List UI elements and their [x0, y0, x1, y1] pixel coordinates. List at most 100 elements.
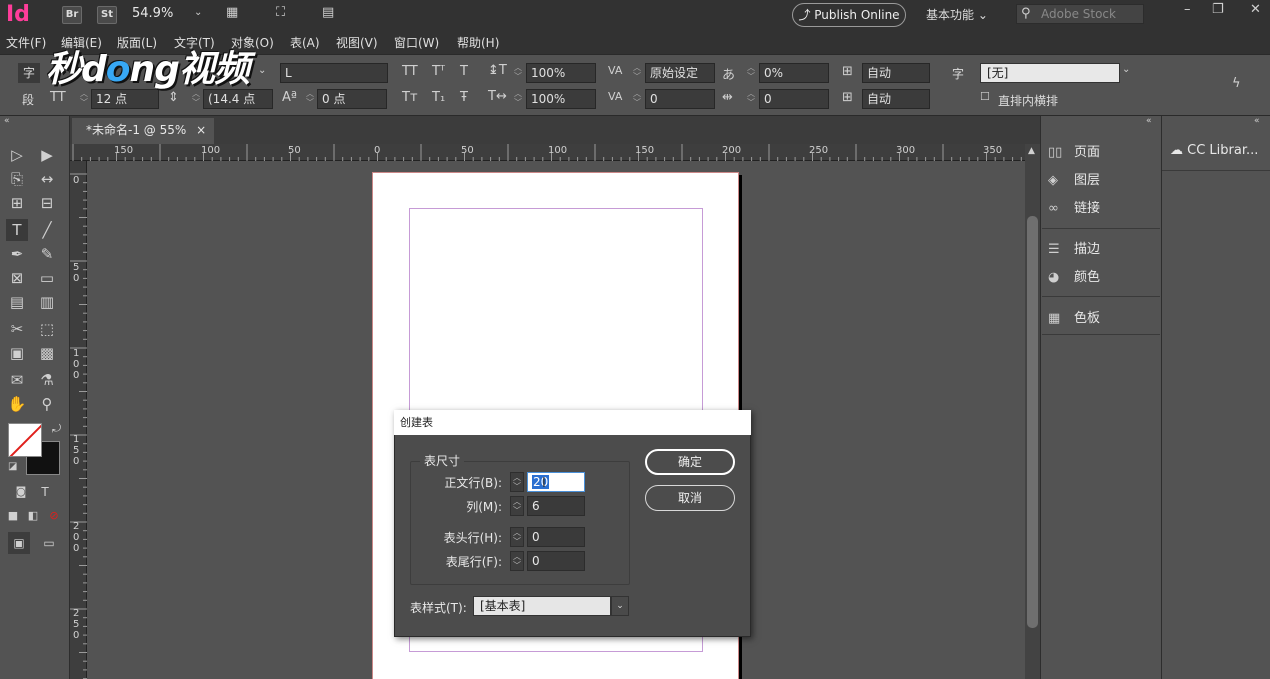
font-family-chevron-icon[interactable]: ⌄ [258, 65, 266, 76]
minimize-icon[interactable]: – [1184, 2, 1191, 17]
vertical-scale-spinner[interactable]: ︿ ﹀ [512, 63, 524, 83]
normal-view-mode-icon[interactable]: ▣ [8, 532, 30, 554]
arrange-documents-icon[interactable]: ▤ [322, 5, 334, 20]
scissors-tool-icon[interactable]: ✂ [6, 318, 28, 340]
default-fill-stroke-icon[interactable]: ◪ [8, 461, 17, 472]
kerning-field[interactable]: 原始设定 [645, 63, 715, 83]
strikethrough-icon[interactable]: Ŧ [460, 90, 468, 105]
ok-button[interactable]: 确定 [645, 449, 735, 475]
aki-field[interactable]: 0 [759, 89, 829, 109]
apply-gradient-icon[interactable]: ◧ [22, 505, 44, 527]
subscript-icon[interactable]: T₁ [432, 90, 445, 105]
table-style-chevron-icon[interactable]: ⌄ [611, 596, 629, 616]
menu-view[interactable]: 视图(V) [336, 34, 378, 51]
pen-tool-icon[interactable]: ✒ [6, 243, 28, 265]
columns-spinner[interactable]: ︿ ﹀ [510, 496, 524, 516]
tsume-field[interactable]: 0% [759, 63, 829, 83]
panel-color[interactable]: ◕ 颜色 [1048, 267, 1158, 289]
header-rows-input[interactable]: 0 [527, 527, 585, 547]
character-style-field[interactable]: [无] [980, 63, 1120, 83]
grid-setting-field-1[interactable]: 自动 [862, 63, 930, 83]
rectangle-tool-icon[interactable]: ▭ [36, 267, 58, 289]
baseline-shift-spinner[interactable]: ︿ ﹀ [304, 89, 316, 109]
body-rows-input[interactable]: 20 [527, 472, 585, 492]
zoom-level[interactable]: 54.9% [132, 6, 173, 21]
apply-none-icon[interactable]: ⊘ [43, 505, 65, 527]
formatting-container-icon[interactable]: ◙ [10, 481, 32, 503]
formatting-text-icon[interactable]: T [34, 481, 56, 503]
footer-rows-spinner[interactable]: ︿ ﹀ [510, 551, 524, 571]
bridge-button[interactable]: Br [62, 6, 82, 24]
leading-field[interactable]: (14.4 点 [203, 89, 273, 109]
direct-selection-tool-icon[interactable]: ▶ [36, 144, 58, 166]
swap-fill-stroke-icon[interactable]: ⤾ [52, 422, 61, 436]
adobe-stock-search[interactable]: Adobe Stock [1016, 4, 1144, 24]
collapse-panels-icon-2[interactable]: « [1254, 116, 1260, 126]
vertical-scrollbar-thumb[interactable] [1027, 216, 1038, 628]
para-mode-button[interactable]: 段 [22, 91, 34, 108]
tracking-field[interactable]: 0 [645, 89, 715, 109]
menu-table[interactable]: 表(A) [290, 34, 320, 51]
panel-swatches[interactable]: ▦ 色板 [1048, 308, 1158, 330]
kerning-spinner[interactable]: ︿ ﹀ [631, 63, 643, 83]
cancel-button[interactable]: 取消 [645, 485, 735, 511]
line-tool-icon[interactable]: ╱ [36, 219, 58, 241]
horizontal-scale-spinner[interactable]: ︿ ﹀ [512, 89, 524, 109]
close-icon[interactable]: ✕ [1250, 2, 1261, 17]
workspace-switcher[interactable]: 基本功能 ⌄ [926, 6, 988, 23]
footer-rows-input[interactable]: 0 [527, 551, 585, 571]
pencil-tool-icon[interactable]: ✎ [36, 243, 58, 265]
tracking-spinner[interactable]: ︿ ﹀ [631, 89, 643, 109]
baseline-shift-field[interactable]: 0 点 [317, 89, 387, 109]
tab-document[interactable]: *未命名-1 @ 55% × [72, 118, 214, 144]
tate-chu-yoko-checkbox[interactable]: ☐ [980, 90, 990, 103]
font-size-field[interactable]: 12 点 [91, 89, 159, 109]
free-transform-tool-icon[interactable]: ⬚ [36, 318, 58, 340]
zoom-dropdown-chevron-icon[interactable]: ⌄ [194, 7, 202, 18]
horizontal-scale-field[interactable]: 100% [526, 89, 596, 109]
char-mode-button[interactable]: 字 [18, 63, 40, 83]
close-tab-icon[interactable]: × [196, 123, 206, 137]
page-tool-icon[interactable]: ⎘ [6, 168, 28, 190]
restore-icon[interactable]: ❐ [1212, 2, 1224, 17]
stock-button[interactable]: St [97, 6, 117, 24]
small-caps-icon[interactable]: Tт [402, 90, 418, 105]
publish-online-button[interactable]: ⤴ Publish Online [792, 3, 906, 27]
panel-stroke[interactable]: ☰ 描边 [1048, 239, 1158, 261]
character-style-chevron-icon[interactable]: ⌄ [1122, 64, 1130, 75]
scroll-up-icon[interactable]: ▲ [1028, 146, 1035, 156]
all-caps-icon[interactable]: TT [402, 64, 418, 79]
table-style-select[interactable]: [基本表] [473, 596, 611, 616]
vertical-scale-field[interactable]: 100% [526, 63, 596, 83]
collapse-panels-icon[interactable]: « [1146, 116, 1152, 126]
horizontal-grid-tool-icon[interactable]: ▤ [6, 291, 28, 313]
selection-tool-icon[interactable]: ▷ [6, 144, 28, 166]
aki-spinner[interactable]: ︿ ﹀ [745, 89, 757, 109]
rectangle-frame-tool-icon[interactable]: ⊠ [6, 267, 28, 289]
hand-tool-icon[interactable]: ✋ [6, 393, 28, 415]
columns-input[interactable]: 6 [527, 496, 585, 516]
leading-spinner[interactable]: ︿ ﹀ [190, 89, 202, 109]
vertical-grid-tool-icon[interactable]: ▥ [36, 291, 58, 313]
gradient-feather-tool-icon[interactable]: ▩ [36, 342, 58, 364]
gradient-swatch-tool-icon[interactable]: ▣ [6, 342, 28, 364]
collapse-tools-icon[interactable]: « [4, 116, 10, 126]
gap-tool-icon[interactable]: ↔ [36, 168, 58, 190]
body-rows-spinner[interactable]: ︿ ﹀ [510, 472, 524, 492]
eyedropper-tool-icon[interactable]: ⚗ [36, 369, 58, 391]
panel-cc-libraries[interactable]: ☁ CC Librar... [1170, 143, 1258, 158]
fill-swatch[interactable] [8, 423, 42, 457]
superscript-icon[interactable]: Tᵀ [432, 64, 445, 79]
note-tool-icon[interactable]: ✉ [6, 369, 28, 391]
menu-window[interactable]: 窗口(W) [394, 34, 439, 51]
view-options-icon[interactable]: ▦ [226, 5, 238, 20]
panel-links[interactable]: ∞ 链接 [1048, 198, 1158, 220]
font-style-field[interactable]: L [280, 63, 388, 83]
content-placer-icon[interactable]: ⊟ [36, 192, 58, 214]
underline-icon[interactable]: T [460, 64, 468, 79]
font-size-spinner[interactable]: ︿ ﹀ [78, 89, 90, 109]
quick-apply-icon[interactable]: ϟ [1232, 76, 1241, 91]
menu-help[interactable]: 帮助(H) [457, 34, 499, 51]
content-collector-icon[interactable]: ⊞ [6, 192, 28, 214]
apply-color-icon[interactable]: ■ [2, 505, 24, 527]
